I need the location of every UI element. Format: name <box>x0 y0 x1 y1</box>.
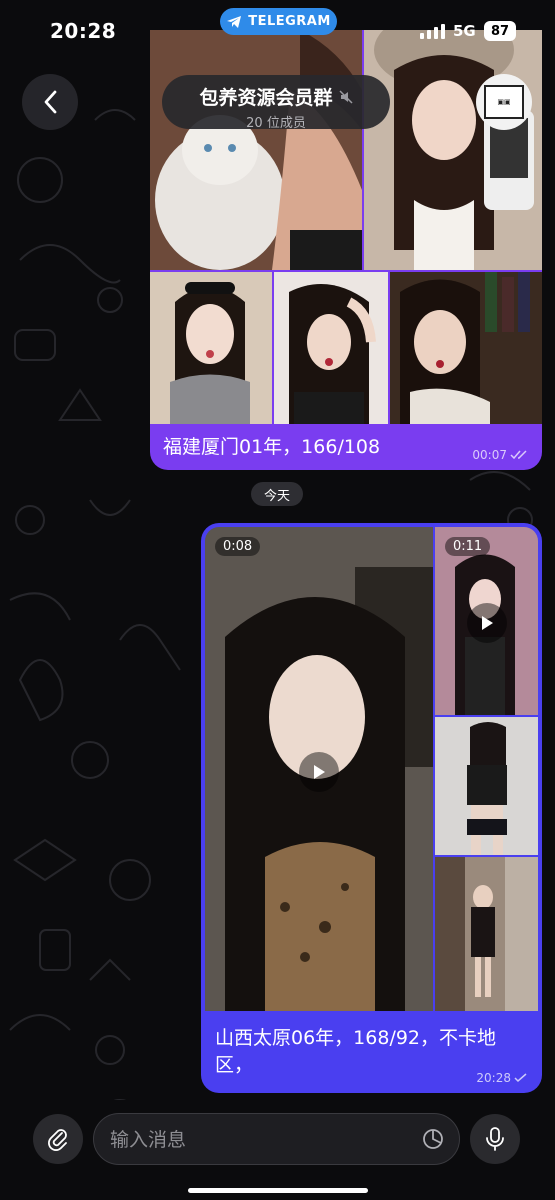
telegram-app-pill[interactable]: TELEGRAM <box>220 8 337 35</box>
chat-title: 包养资源会员群 <box>199 87 333 109</box>
album-photo[interactable] <box>390 272 542 424</box>
photo-cat-woman <box>150 30 362 270</box>
photo-woman-hand-hair <box>274 272 388 424</box>
message-meta: 20:28 <box>476 1071 528 1085</box>
signal-icon <box>420 24 445 39</box>
sticker-icon[interactable] <box>421 1127 445 1151</box>
back-button[interactable] <box>22 74 78 130</box>
album-photo[interactable] <box>435 717 538 855</box>
group-logo-icon: ▣▣ <box>484 85 524 119</box>
composer-bar <box>0 1100 555 1200</box>
chevron-left-icon <box>44 90 57 114</box>
play-button[interactable] <box>299 752 339 792</box>
message-input-field[interactable] <box>93 1113 460 1166</box>
network-type: 5G <box>453 22 476 40</box>
outgoing-message-bubble[interactable]: 0:08 0:11 山西太原06年，168/92，不卡地区， 20:28 <box>201 523 542 1093</box>
status-bar: 20:28 TELEGRAM 5G 87 <box>0 0 555 60</box>
message-time: 00:07 <box>472 448 507 462</box>
album-video[interactable]: 0:11 <box>435 527 538 715</box>
play-icon <box>482 616 493 630</box>
photo-woman-phone <box>364 30 542 270</box>
date-separator: 今天 <box>251 482 303 506</box>
message-time: 20:28 <box>476 1071 511 1085</box>
album-photo[interactable] <box>150 272 272 424</box>
photo-woman-wine <box>390 272 542 424</box>
album-photo[interactable] <box>274 272 388 424</box>
play-icon <box>314 765 325 779</box>
album-photo[interactable] <box>150 30 362 270</box>
album-video[interactable]: 0:08 <box>205 527 433 1011</box>
message-meta: 00:07 <box>472 448 530 462</box>
muted-icon <box>338 89 353 104</box>
chat-title-pill[interactable]: 包养资源会员群 20 位成员 <box>162 75 390 131</box>
video-duration: 0:08 <box>215 537 261 556</box>
battery-indicator: 87 <box>484 21 516 41</box>
microphone-icon <box>486 1127 504 1151</box>
play-button[interactable] <box>467 603 507 643</box>
photo-woman-sunglasses <box>150 272 272 424</box>
album-photo[interactable] <box>364 30 542 270</box>
photo-mirror-selfie <box>435 717 538 855</box>
message-input[interactable] <box>108 1114 412 1166</box>
telegram-pill-label: TELEGRAM <box>248 14 331 29</box>
home-indicator <box>188 1188 368 1193</box>
double-check-icon <box>510 450 527 460</box>
member-count: 20 位成员 <box>246 116 306 131</box>
video-duration: 0:11 <box>445 537 491 556</box>
message-caption: 福建厦门01年，166/108 <box>163 436 381 458</box>
telegram-plane-icon <box>227 15 242 28</box>
microphone-button[interactable] <box>470 1114 520 1164</box>
group-avatar[interactable]: ▣▣ <box>476 74 532 130</box>
album-photo[interactable] <box>435 857 538 1011</box>
paperclip-icon <box>48 1129 67 1151</box>
attach-button[interactable] <box>33 1114 83 1164</box>
status-time: 20:28 <box>50 19 117 43</box>
photo-full-body <box>435 857 538 1011</box>
single-check-icon <box>514 1073 527 1083</box>
